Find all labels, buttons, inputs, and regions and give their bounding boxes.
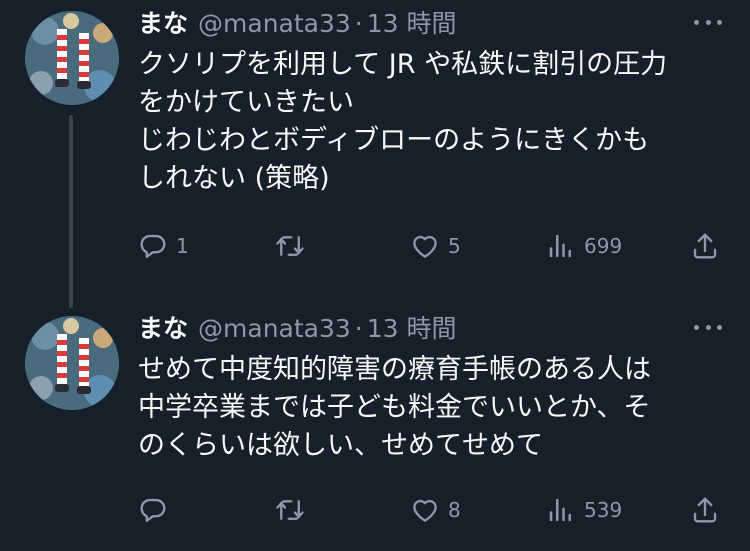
like-count: 5 xyxy=(448,234,461,258)
views-bar-chart-icon xyxy=(549,498,571,522)
tweet-text-line: じわじわとボディブローのようにきくかも xyxy=(138,125,650,156)
thread-line xyxy=(69,115,73,308)
views-count: 699 xyxy=(584,234,623,258)
reply-button[interactable] xyxy=(138,494,176,526)
tweet-text-line: のくらいは欲しい、せめてせめて xyxy=(138,430,543,461)
reply-bubble-icon xyxy=(140,498,166,522)
like-button[interactable]: 5 xyxy=(410,230,461,262)
tweet-text-line: をかけていきたい xyxy=(138,87,354,118)
retweet-button[interactable] xyxy=(275,230,313,262)
more-dots-icon[interactable] xyxy=(694,12,722,32)
avatar[interactable] xyxy=(25,316,119,410)
views-button[interactable]: 539 xyxy=(546,494,622,526)
retweet-icon xyxy=(276,236,304,256)
tweet-header: まな @manata33 · 13 時間 xyxy=(138,313,457,345)
share-upload-icon xyxy=(693,233,717,259)
action-bar: 8 539 xyxy=(138,494,728,526)
share-button[interactable] xyxy=(690,494,720,526)
views-count: 539 xyxy=(584,498,623,522)
heart-icon xyxy=(413,235,437,258)
reply-count: 1 xyxy=(176,234,189,258)
separator-dot: · xyxy=(354,9,363,38)
tweet[interactable]: まな @manata33 · 13 時間 せめて中度知的障害の療育手帳のある人は 中学… xyxy=(0,305,750,551)
retweet-icon xyxy=(276,500,304,520)
tweet-text-line: しれない (策略) xyxy=(138,163,330,194)
views-bar-chart-icon xyxy=(549,234,571,258)
tweet-header: まな @manata33 · 13 時間 xyxy=(138,8,457,40)
reply-button[interactable]: 1 xyxy=(138,230,189,262)
tweet-text-line: せめて中度知的障害の療育手帳のある人は xyxy=(138,354,651,385)
tweet-text-line: 中学卒業までは子ども料金でいいとか、そ xyxy=(138,392,651,423)
action-bar: 1 5 699 xyxy=(138,230,728,262)
reply-bubble-icon xyxy=(140,234,166,258)
display-name[interactable]: まな xyxy=(138,9,188,38)
share-button[interactable] xyxy=(690,230,720,262)
display-name[interactable]: まな xyxy=(138,314,188,343)
timestamp[interactable]: 13 時間 xyxy=(367,314,457,343)
tweet[interactable]: まな @manata33 · 13 時間 クソリプを利用して JR や私鉄に割引の圧力… xyxy=(0,0,750,308)
tweet-text-line: クソリプを利用して JR や私鉄に割引の圧力 xyxy=(138,49,668,80)
tweet-text: せめて中度知的障害の療育手帳のある人は 中学卒業までは子ども料金でいいとか、そ … xyxy=(138,351,728,465)
tweet-text: クソリプを利用して JR や私鉄に割引の圧力 をかけていきたい じわじわとボディ… xyxy=(138,46,728,198)
more-dots-icon[interactable] xyxy=(694,317,722,337)
avatar[interactable] xyxy=(25,11,119,105)
heart-icon xyxy=(413,499,437,522)
share-upload-icon xyxy=(693,497,717,523)
like-count: 8 xyxy=(448,498,461,522)
handle[interactable]: @manata33 xyxy=(198,9,351,38)
like-button[interactable]: 8 xyxy=(410,494,461,526)
retweet-button[interactable] xyxy=(275,494,313,526)
handle[interactable]: @manata33 xyxy=(198,314,351,343)
timestamp[interactable]: 13 時間 xyxy=(367,9,457,38)
views-button[interactable]: 699 xyxy=(546,230,622,262)
separator-dot: · xyxy=(354,314,363,343)
